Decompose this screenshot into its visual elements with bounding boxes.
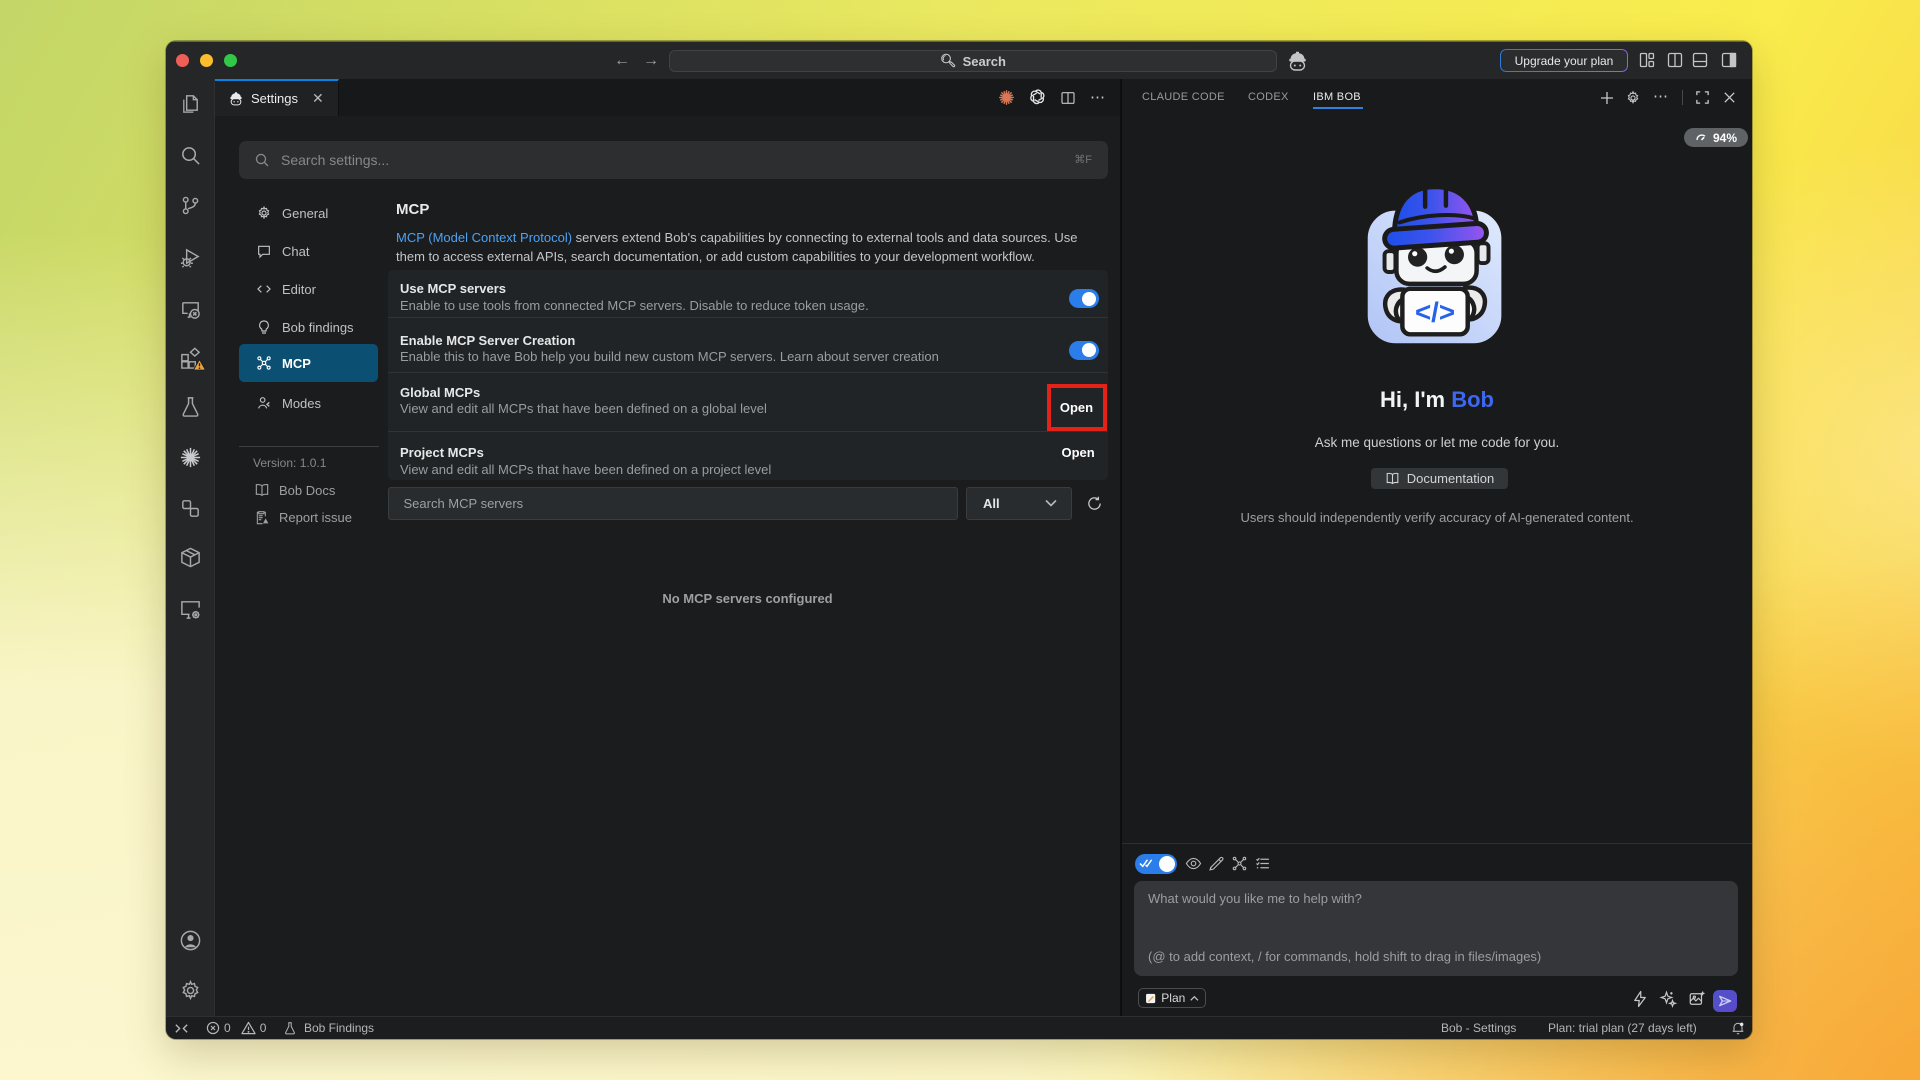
svg-text:</>: </> (1415, 296, 1455, 327)
